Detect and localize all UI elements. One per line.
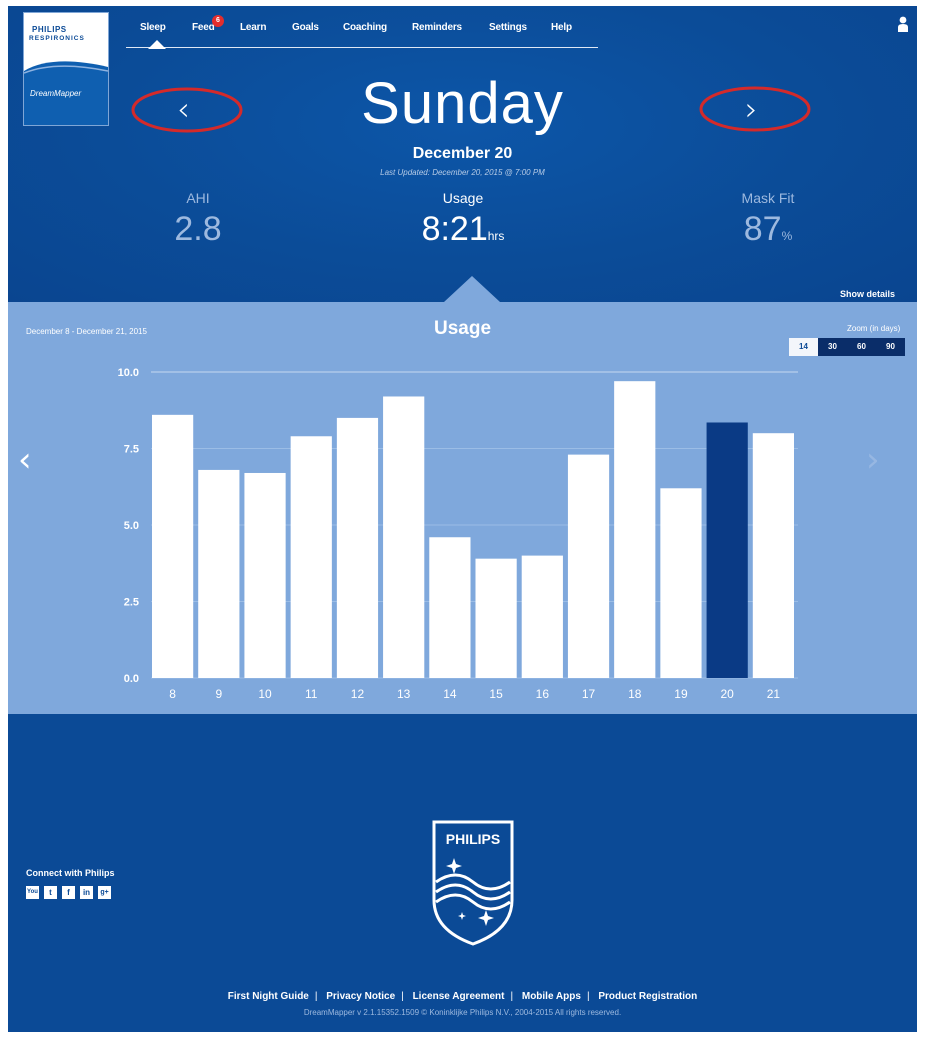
show-details-link[interactable]: Show details <box>840 289 895 299</box>
social-links: You t f in g+ <box>26 886 111 899</box>
y-tick-label: 0.0 <box>124 673 139 685</box>
usage-bar-19[interactable] <box>660 488 702 678</box>
linkedin-icon[interactable]: in <box>80 886 93 899</box>
usage-metric[interactable]: Usage 8:21hrs <box>408 190 518 249</box>
x-tick-label: 12 <box>351 687 365 701</box>
philips-shield-logo[interactable]: PHILIPS <box>426 820 520 946</box>
usage-bar-20[interactable] <box>706 422 748 678</box>
x-tick-label: 8 <box>169 687 176 701</box>
y-tick-label: 7.5 <box>124 444 139 456</box>
logo-philips-text: PHILIPS <box>32 25 67 34</box>
day-title: Sunday <box>361 71 564 136</box>
usage-label: Usage <box>442 190 484 206</box>
google-plus-icon[interactable]: g+ <box>98 886 111 899</box>
footer-link-first-night-guide[interactable]: First Night Guide <box>228 991 309 1002</box>
usage-bar-12[interactable] <box>336 417 379 678</box>
nav-sleep[interactable]: Sleep <box>140 22 166 33</box>
x-tick-label: 18 <box>628 687 642 701</box>
nav-coaching[interactable]: Coaching <box>343 22 387 33</box>
y-tick-label: 2.5 <box>124 597 139 609</box>
logo-respironics-text: RESPIRONICS <box>29 35 85 42</box>
nav-goals[interactable]: Goals <box>292 22 319 33</box>
usage-unit: hrs <box>487 229 505 243</box>
feed-count-badge: 6 <box>212 15 224 27</box>
usage-bar-8[interactable] <box>152 414 194 678</box>
x-tick-label: 14 <box>443 687 457 701</box>
usage-bar-18[interactable] <box>614 381 656 678</box>
x-tick-label: 15 <box>489 687 503 701</box>
footer-link-license-agreement[interactable]: License Agreement <box>413 991 505 1002</box>
usage-bar-17[interactable] <box>567 454 610 678</box>
usage-chart-panel: December 8 - December 21, 2015 Usage Zoo… <box>8 276 917 714</box>
x-tick-label: 10 <box>258 687 272 701</box>
mask-fit-metric[interactable]: Mask Fit 87% <box>713 190 823 249</box>
x-tick-label: 13 <box>397 687 411 701</box>
panel-pointer <box>444 276 500 302</box>
nav-reminders[interactable]: Reminders <box>412 22 462 33</box>
day-date: December 20 <box>412 145 513 162</box>
active-tab-indicator <box>148 40 166 49</box>
footer-links: First Night Guide | Privacy Notice | Licen… <box>227 991 698 1002</box>
usage-bar-chart: 0.0 2.5 5.0 7.5 10.0 8 9 10 11 12 13 14 15 16 17 18 19 20… <box>118 367 798 701</box>
x-tick-label: 16 <box>536 687 550 701</box>
twitter-icon[interactable]: t <box>44 886 57 899</box>
copyright-text: DreamMapper v 2.1.15352.1509 © Koninklij… <box>303 1008 622 1017</box>
usage-bar-14[interactable] <box>429 537 471 678</box>
x-tick-label: 21 <box>767 687 781 701</box>
main-nav: Sleep Feed 6 Learn Goals Coaching Remind… <box>126 15 598 49</box>
youtube-icon[interactable]: You <box>26 886 39 899</box>
footer-link-product-registration[interactable]: Product Registration <box>598 991 697 1002</box>
header-section: PHILIPS RESPIRONICS DreamMapper Sleep Fe… <box>8 6 917 302</box>
facebook-icon[interactable]: f <box>62 886 75 899</box>
x-tick-label: 17 <box>582 687 596 701</box>
usage-bar-21[interactable] <box>752 433 794 678</box>
usage-value: 8:21hrs <box>421 210 505 248</box>
user-icon[interactable] <box>897 16 909 32</box>
x-tick-label: 11 <box>305 687 318 701</box>
usage-bar-13[interactable] <box>383 396 425 678</box>
ahi-label: AHI <box>186 190 210 206</box>
footer-link-mobile-apps[interactable]: Mobile Apps <box>522 991 581 1002</box>
connect-label: Connect with Philips <box>26 868 115 878</box>
usage-bar-16[interactable] <box>521 555 563 678</box>
mask-fit-label: Mask Fit <box>741 190 795 206</box>
shield-text: PHILIPS <box>446 831 500 847</box>
usage-bar-11[interactable] <box>290 436 332 678</box>
usage-bar-15[interactable] <box>475 558 517 678</box>
x-tick-label: 19 <box>674 687 688 701</box>
mask-fit-value: 87% <box>743 210 793 248</box>
usage-bar-9[interactable] <box>198 469 240 678</box>
mask-fit-unit: % <box>781 229 793 243</box>
footer-link-privacy-notice[interactable]: Privacy Notice <box>326 991 395 1002</box>
nav-learn[interactable]: Learn <box>240 22 266 33</box>
nav-settings[interactable]: Settings <box>489 22 527 33</box>
ahi-value: 2.8 <box>174 210 222 248</box>
usage-bar-10[interactable] <box>244 472 286 678</box>
x-tick-label: 9 <box>215 687 222 701</box>
y-tick-label: 5.0 <box>124 520 139 532</box>
nav-feed[interactable]: Feed <box>192 22 215 33</box>
x-tick-label: 20 <box>720 687 734 701</box>
last-updated: Last Updated: December 20, 2015 @ 7:00 P… <box>380 168 545 177</box>
y-tick-label: 10.0 <box>118 367 139 379</box>
app-frame: PHILIPS RESPIRONICS DreamMapper Sleep Fe… <box>8 6 917 1032</box>
nav-help[interactable]: Help <box>551 22 572 33</box>
ahi-metric[interactable]: AHI 2.8 <box>148 190 248 249</box>
